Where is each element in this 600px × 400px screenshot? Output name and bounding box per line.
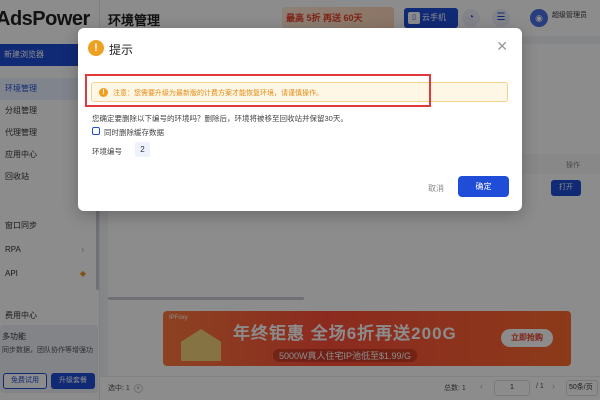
close-icon[interactable]: ✕ [496,38,508,55]
delete-cache-checkbox[interactable] [92,127,100,135]
confirm-button[interactable]: 确定 [458,176,509,197]
env-number-label: 环境编号 [92,147,122,156]
warning-icon: ! [88,40,104,56]
highlight-annotation [85,74,431,107]
delete-cache-label[interactable]: 同时删除缓存数据 [104,127,164,138]
dialog-title: 提示 [109,43,134,57]
delete-confirm-dialog: ! 提示 ✕ ! 注意：您需要升级为最新版的计费方案才能恢复环境，请谨慎操作。 … [78,28,522,211]
env-number-tag: 2 [135,142,150,157]
confirm-message: 您确定要删除以下编号的环境吗？删除后，环境将被移至回收站并保留30天。 [92,114,348,123]
cancel-button[interactable]: 取消 [418,181,454,197]
